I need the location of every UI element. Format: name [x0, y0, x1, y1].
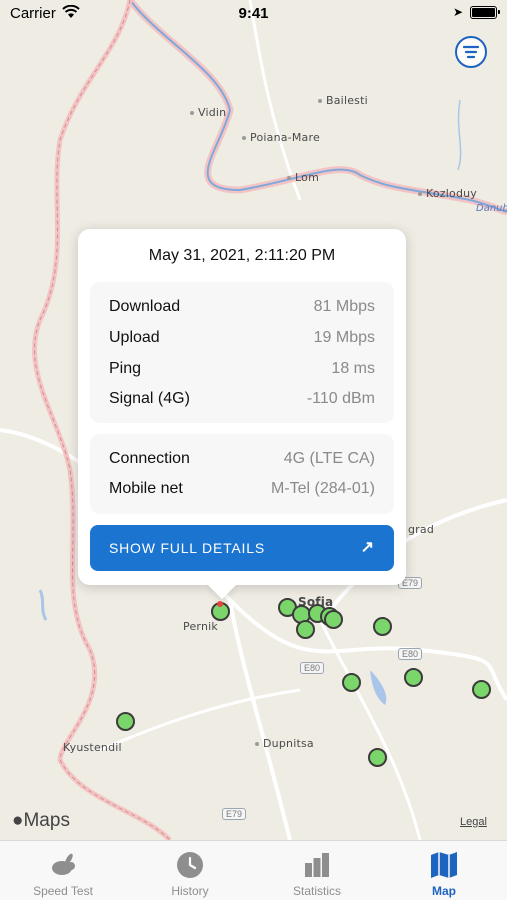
measurement-marker[interactable]	[373, 617, 392, 636]
measurement-marker-selected[interactable]	[211, 601, 230, 621]
network-value: M-Tel (284-01)	[270, 480, 375, 497]
tab-label: Statistics	[292, 884, 341, 898]
status-bar: Carrier 9:41 ➤	[0, 0, 507, 28]
network-row: Connection 4G (LTE CA)	[109, 450, 375, 470]
arrow-up-right-icon: ↗	[360, 539, 374, 556]
legal-link[interactable]: Legal	[460, 816, 487, 828]
rabbit-icon	[52, 853, 75, 875]
tab-history[interactable]: History	[127, 841, 253, 900]
river-label: Danube	[476, 203, 507, 214]
bar-chart-icon	[305, 853, 329, 877]
metric-value: 18 ms	[331, 360, 375, 377]
metric-label: Ping	[109, 360, 142, 377]
place-label: Vidin	[190, 106, 226, 119]
filter-icon	[462, 45, 480, 59]
measurement-marker[interactable]	[324, 610, 343, 629]
metric-label: Signal (4G)	[109, 390, 190, 407]
metric-label: Download	[109, 298, 181, 315]
metric-value: -110 dBm	[306, 390, 375, 407]
place-label: Kyustendil	[63, 741, 122, 754]
tab-map[interactable]: Map	[381, 841, 507, 900]
show-full-details-label: SHOW FULL DETAILS	[109, 540, 265, 556]
metric-value: 19 Mbps	[313, 329, 375, 346]
metric-row: Ping 18 ms	[109, 360, 375, 380]
tab-speed-test[interactable]: Speed Test	[0, 841, 126, 900]
place-label: Bailesti	[318, 94, 368, 107]
popup-title: May 31, 2021, 2:11:20 PM	[148, 247, 336, 264]
place-label: Dupnitsa	[255, 737, 314, 750]
road-badge: E80	[300, 662, 325, 674]
measurement-marker[interactable]	[342, 673, 361, 692]
network-value: 4G (LTE CA)	[283, 450, 375, 467]
metric-row: Signal (4G) -110 dBm	[109, 390, 375, 410]
clock: 9:41	[238, 5, 269, 22]
battery-icon	[470, 6, 500, 19]
filter-button[interactable]	[455, 36, 487, 68]
apple-logo-icon: ●	[12, 810, 24, 831]
network-label: Connection	[109, 450, 190, 467]
metric-label: Upload	[109, 329, 160, 346]
tab-bar: Speed Test History Statistics Map	[0, 840, 507, 900]
place-label: Pernik	[183, 620, 218, 633]
metric-row: Upload 19 Mbps	[109, 329, 375, 349]
measurement-popup: May 31, 2021, 2:11:20 PM Download 81 Mbp…	[78, 229, 406, 585]
measurement-marker[interactable]	[296, 620, 315, 639]
place-label: Poiana-Mare	[242, 131, 320, 144]
measurement-marker[interactable]	[116, 712, 135, 731]
network-group: Connection 4G (LTE CA) Mobile net M-Tel …	[90, 434, 394, 514]
tab-label: History	[171, 884, 209, 898]
place-label: Kozloduy	[418, 187, 477, 200]
tab-label: Map	[432, 884, 456, 898]
maps-attribution: ●Maps	[12, 810, 70, 831]
place-label: grad	[408, 523, 435, 536]
network-row: Mobile net M-Tel (284-01)	[109, 480, 375, 500]
place-label: Lom	[287, 171, 319, 184]
road-badge: E80	[398, 648, 423, 660]
measurement-marker[interactable]	[472, 680, 491, 699]
location-arrow-icon: ➤	[452, 5, 463, 19]
road-badge: E79	[222, 808, 247, 820]
tab-label: Speed Test	[33, 884, 93, 898]
measurement-marker[interactable]	[368, 748, 387, 767]
metrics-group: Download 81 Mbps Upload 19 Mbps Ping 18 …	[90, 282, 394, 423]
metric-value: 81 Mbps	[313, 298, 375, 315]
map-icon	[431, 852, 457, 878]
history-icon	[177, 852, 203, 878]
network-label: Mobile net	[109, 480, 183, 497]
tab-statistics[interactable]: Statistics	[254, 841, 380, 900]
show-full-details-button[interactable]: SHOW FULL DETAILS ↗	[90, 525, 394, 571]
measurement-marker[interactable]	[404, 668, 423, 687]
metric-row: Download 81 Mbps	[109, 298, 375, 318]
